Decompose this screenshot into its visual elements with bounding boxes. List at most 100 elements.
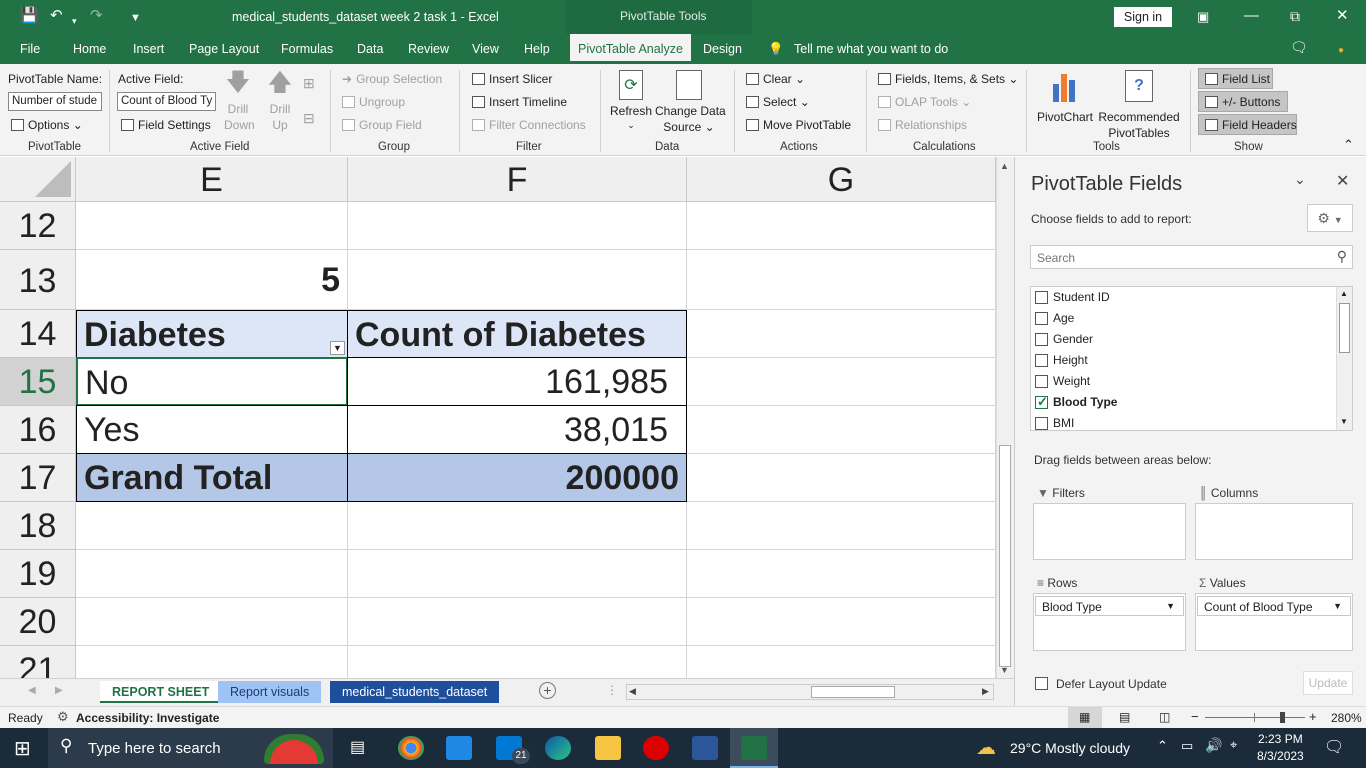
notifications-icon[interactable]: 🗨 — [1324, 737, 1344, 757]
sheet-tab-medical-students-dataset[interactable]: medical_students_dataset — [330, 681, 500, 703]
battery-icon[interactable]: ▭ — [1181, 738, 1193, 754]
values-pill-dropdown-icon[interactable]: ▼ — [1333, 601, 1342, 611]
fields-items-sets-button[interactable]: Fields, Items, & Sets ⌄ — [878, 72, 1018, 86]
scroll-up-icon[interactable]: ▲ — [1000, 161, 1009, 171]
undo-icon[interactable]: ↶ — [50, 7, 63, 25]
select-all-corner[interactable] — [0, 157, 76, 202]
pivot-grand-total-value[interactable]: 200000 — [347, 453, 687, 502]
cell-f13[interactable] — [348, 250, 687, 310]
field-checkbox[interactable] — [1035, 291, 1048, 304]
pivot-row-header[interactable]: Diabetes — [76, 310, 348, 358]
close-icon[interactable]: ✕ — [1336, 7, 1349, 25]
field-checkbox[interactable] — [1035, 354, 1048, 367]
refresh-button[interactable]: ⟳ Refresh ⌄ — [610, 70, 652, 132]
filter-connections-button[interactable]: Filter Connections — [472, 118, 586, 132]
close-pane-icon[interactable]: ✕ — [1336, 171, 1349, 191]
cell-e20[interactable] — [76, 598, 348, 646]
insert-slicer-button[interactable]: Insert Slicer — [472, 72, 552, 86]
group-selection-button[interactable]: ➜ Group Selection — [342, 72, 442, 86]
windows-start-icon[interactable]: ⊞ — [14, 736, 31, 761]
collapse-ribbon-icon[interactable]: ⌃ — [1343, 138, 1354, 152]
cell-f21[interactable] — [348, 646, 687, 678]
select-button[interactable]: Select ⌄ — [746, 95, 810, 109]
cell-g18[interactable] — [687, 502, 996, 550]
excel-taskbar-item[interactable] — [730, 728, 778, 768]
tab-splitter-icon[interactable]: ⋮ — [606, 683, 618, 697]
taskbar-search-box[interactable]: ⚲ Type here to search — [48, 728, 333, 768]
field-item[interactable]: ✓ Blood Type — [1031, 393, 1336, 414]
tab-insert[interactable]: Insert — [133, 42, 164, 56]
cell-f12[interactable] — [348, 202, 687, 250]
defer-layout-checkbox[interactable] — [1035, 677, 1048, 690]
pivot-value-yes[interactable]: 38,015 — [347, 405, 687, 454]
horizontal-scroll-thumb[interactable] — [811, 686, 895, 698]
undo-dropdown-icon[interactable]: ▾ — [72, 12, 77, 30]
cell-g12[interactable] — [687, 202, 996, 250]
cell-g16[interactable] — [687, 406, 996, 454]
row-header-14[interactable]: 14 — [0, 310, 76, 358]
column-header-f[interactable]: F — [348, 157, 687, 202]
tell-me-search[interactable]: Tell me what you want to do — [794, 42, 948, 56]
chrome-icon[interactable] — [398, 736, 424, 760]
cell-f18[interactable] — [348, 502, 687, 550]
cell-e13[interactable]: 5 — [76, 250, 348, 310]
tab-design[interactable]: Design — [703, 42, 742, 56]
insert-timeline-button[interactable]: Insert Timeline — [472, 95, 567, 109]
change-data-source-button[interactable]: Change Data Source ⌄ — [655, 70, 726, 134]
edge-icon[interactable] — [545, 736, 571, 760]
field-headers-toggle[interactable]: Field Headers — [1198, 114, 1297, 135]
customize-qat-icon[interactable]: ▼ — [130, 9, 141, 27]
rows-field-pill[interactable]: Blood Type ▼ — [1035, 596, 1184, 616]
cell-e19[interactable] — [76, 550, 348, 598]
filter-dropdown-icon[interactable]: ▼ — [330, 341, 345, 355]
expand-field-icon[interactable]: ⊞ — [303, 76, 315, 90]
cell-g14[interactable] — [687, 310, 996, 358]
cell-e12[interactable] — [76, 202, 348, 250]
minimize-icon[interactable]: — — [1244, 7, 1259, 25]
field-scroll-up-icon[interactable]: ▲ — [1340, 289, 1348, 298]
network-icon[interactable]: ⌖ — [1230, 737, 1237, 753]
tab-review[interactable]: Review — [408, 42, 449, 56]
zoom-in-icon[interactable]: + — [1309, 709, 1317, 724]
search-icon[interactable]: ⚲ — [1337, 248, 1347, 265]
redo-icon[interactable]: ↷ — [90, 7, 103, 25]
file-explorer-icon[interactable] — [595, 736, 621, 760]
group-field-button[interactable]: Group Field — [342, 118, 422, 132]
accessibility-icon[interactable]: ⚙ — [57, 709, 69, 725]
pivot-item-no[interactable]: No — [76, 357, 348, 406]
scroll-left-icon[interactable]: ◀ — [629, 686, 636, 697]
field-item[interactable]: Gender — [1031, 330, 1336, 351]
field-search-input[interactable]: Search ⚲ — [1030, 245, 1353, 269]
page-layout-view-icon[interactable]: ▤ — [1119, 710, 1130, 724]
rows-pill-dropdown-icon[interactable]: ▼ — [1166, 601, 1175, 611]
filters-drop-area[interactable] — [1033, 503, 1186, 560]
field-item[interactable]: Weight — [1031, 372, 1336, 393]
tools-gear-icon[interactable]: ⚙ ▼ — [1307, 204, 1353, 232]
task-view-icon[interactable]: ▤ — [350, 737, 365, 757]
values-field-pill[interactable]: Count of Blood Type ▼ — [1197, 596, 1351, 616]
next-sheet-icon[interactable]: ▶ — [55, 685, 63, 696]
drill-up-button[interactable]: 🡅 Drill Up — [266, 70, 294, 133]
collapse-field-icon[interactable]: ⊟ — [303, 111, 315, 125]
cell-e21[interactable] — [76, 646, 348, 678]
save-icon[interactable]: 💾 — [20, 7, 39, 25]
prev-sheet-icon[interactable]: ◀ — [28, 685, 36, 696]
cell-f20[interactable] — [348, 598, 687, 646]
vertical-scrollbar[interactable]: ▲ ▼ — [996, 157, 1014, 678]
field-checkbox-checked[interactable]: ✓ — [1035, 394, 1048, 409]
column-header-e[interactable]: E — [76, 157, 348, 202]
pane-options-chevron-icon[interactable]: ⌄ — [1294, 171, 1306, 188]
normal-view-button[interactable]: ▦ — [1068, 707, 1102, 728]
active-field-input[interactable]: Count of Blood Ty — [117, 92, 216, 111]
rows-drop-area[interactable]: Blood Type ▼ — [1033, 593, 1186, 651]
pivot-grand-total-label[interactable]: Grand Total — [76, 453, 348, 502]
tab-file[interactable]: File — [20, 42, 40, 56]
row-header-13[interactable]: 13 — [0, 250, 76, 310]
row-header-16[interactable]: 16 — [0, 406, 76, 454]
field-item[interactable]: Age — [1031, 309, 1336, 330]
sheet-tab-report-sheet[interactable]: REPORT SHEET — [100, 681, 222, 703]
cell-g17[interactable] — [687, 454, 996, 502]
tab-pivottable-analyze[interactable]: PivotTable Analyze — [570, 34, 691, 64]
tab-help[interactable]: Help — [524, 42, 550, 56]
field-settings-button[interactable]: Field Settings — [121, 118, 211, 132]
